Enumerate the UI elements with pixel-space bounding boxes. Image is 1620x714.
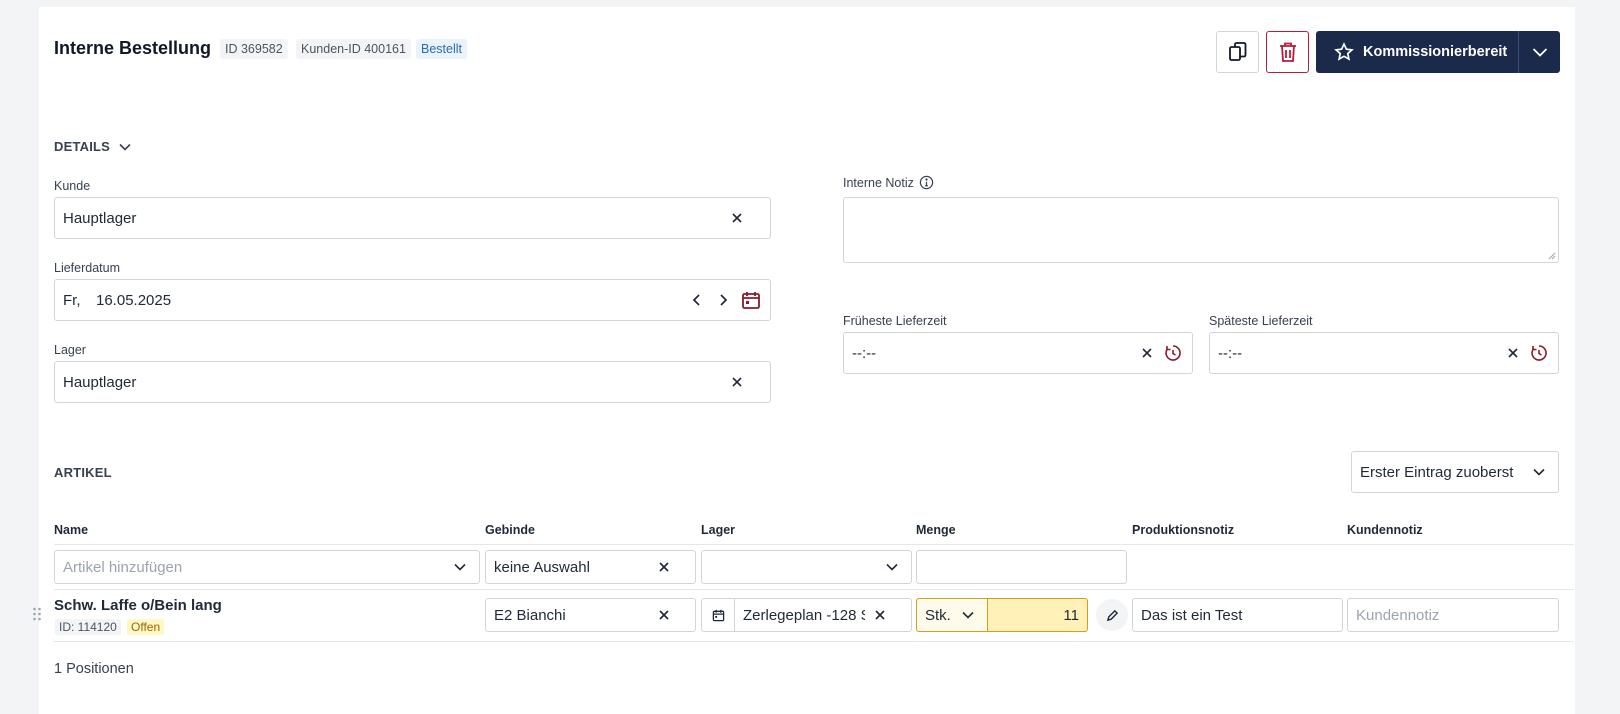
delete-button[interactable] xyxy=(1266,31,1309,73)
table-divider xyxy=(54,589,1574,590)
add-menge-input[interactable] xyxy=(916,550,1127,584)
spaeteste-value: --:-- xyxy=(1218,344,1243,362)
frueheste-value: --:-- xyxy=(852,344,877,362)
row-lager-select[interactable]: Zerlegeplan -128 Stk xyxy=(734,598,912,632)
row-lager-value: Zerlegeplan -128 Stk xyxy=(743,606,865,624)
chevron-down-icon xyxy=(881,556,903,578)
produktionsnotiz-input[interactable]: Das ist ein Test xyxy=(1132,598,1343,632)
clock-icon[interactable] xyxy=(1528,342,1550,364)
sort-select[interactable]: Erster Eintrag zuoberst xyxy=(1351,451,1559,493)
add-article-placeholder: Artikel hinzufügen xyxy=(63,558,183,576)
column-header-kundennotiz: Kundennotiz xyxy=(1347,523,1423,537)
row-gebinde-value: E2 Bianchi xyxy=(494,606,566,624)
spaeteste-label: Späteste Lieferzeit xyxy=(1209,314,1313,328)
status-badge: Bestellt xyxy=(416,39,467,59)
calendar-icon[interactable] xyxy=(740,289,762,311)
resize-handle-icon[interactable] xyxy=(1548,252,1556,260)
positions-count: 1 Positionen xyxy=(54,661,134,677)
row-gebinde-select[interactable]: E2 Bianchi xyxy=(485,598,696,632)
kunde-value: Hauptlager xyxy=(63,209,137,227)
kundennotiz-placeholder: Kundennotiz xyxy=(1356,606,1440,624)
clear-icon[interactable] xyxy=(869,604,891,626)
clear-icon[interactable] xyxy=(1136,342,1158,364)
kunde-select[interactable]: Hauptlager xyxy=(54,197,771,239)
lieferdatum-value: 16.05.2025 xyxy=(96,291,172,309)
column-header-lager: Lager xyxy=(701,523,736,537)
copy-icon xyxy=(1228,42,1246,61)
clear-icon[interactable] xyxy=(726,207,748,229)
details-section-label: DETAILS xyxy=(54,139,111,154)
chevron-right-icon[interactable] xyxy=(712,289,734,311)
lager-label: Lager xyxy=(54,343,86,357)
lager-value: Hauptlager xyxy=(63,373,137,391)
row-lager-calendar-button[interactable] xyxy=(701,598,735,632)
interne-notiz-label-text: Interne Notiz xyxy=(843,175,914,190)
article-id-badge: ID: 114120 xyxy=(55,619,121,635)
quantity-input[interactable]: 11 xyxy=(987,598,1088,632)
lieferdatum-label: Lieferdatum xyxy=(54,261,121,275)
commission-ready-split-button[interactable]: Kommissionierbereit xyxy=(1316,31,1560,73)
drag-handle-icon[interactable] xyxy=(32,606,42,627)
chevron-down-icon xyxy=(449,556,471,578)
table-divider xyxy=(54,641,1574,642)
clear-icon[interactable] xyxy=(726,371,748,393)
article-status-badge: Offen xyxy=(127,619,165,635)
frueheste-time-input[interactable]: --:-- xyxy=(843,332,1193,374)
weekday-text: Fr, xyxy=(63,291,81,309)
clear-icon[interactable] xyxy=(653,604,675,626)
info-icon xyxy=(919,175,934,190)
column-header-menge: Menge xyxy=(916,523,956,537)
pencil-icon xyxy=(1106,609,1118,621)
interne-notiz-textarea[interactable] xyxy=(843,197,1559,263)
customer-id-badge: Kunden-ID 400161 xyxy=(296,39,411,59)
chevron-left-icon[interactable] xyxy=(686,289,708,311)
chevron-down-icon xyxy=(1532,48,1547,57)
calendar-icon xyxy=(712,609,724,621)
column-header-produktionsnotiz: Produktionsnotiz xyxy=(1132,523,1235,537)
clear-icon[interactable] xyxy=(653,556,675,578)
lager-select[interactable]: Hauptlager xyxy=(54,361,771,403)
commission-ready-label: Kommissionierbereit xyxy=(1363,44,1508,60)
table-divider xyxy=(54,544,1574,545)
commission-ready-button[interactable]: Kommissionierbereit xyxy=(1316,31,1519,73)
produktionsnotiz-value: Das ist ein Test xyxy=(1141,606,1243,624)
kundennotiz-input[interactable]: Kundennotiz xyxy=(1347,598,1559,632)
sort-value: Erster Eintrag zuoberst xyxy=(1360,463,1514,481)
spaeteste-time-input[interactable]: --:-- xyxy=(1209,332,1559,374)
unit-value: Stk. xyxy=(925,606,951,624)
column-header-name: Name xyxy=(54,523,89,537)
quantity-value: 11 xyxy=(1063,606,1079,624)
column-header-gebinde: Gebinde xyxy=(485,523,536,537)
copy-button[interactable] xyxy=(1216,31,1259,73)
kunde-label: Kunde xyxy=(54,179,91,193)
unit-select[interactable]: Stk. xyxy=(916,598,988,632)
trash-icon xyxy=(1279,42,1296,62)
lieferdatum-field[interactable]: Fr, 16.05.2025 xyxy=(54,279,771,321)
frueheste-label: Früheste Lieferzeit xyxy=(843,314,947,328)
article-name[interactable]: Schw. Laffe o/Bein lang xyxy=(54,597,222,614)
add-article-select[interactable]: Artikel hinzufügen xyxy=(54,550,480,584)
gebinde-select[interactable]: keine Auswahl xyxy=(485,550,696,584)
edit-button[interactable] xyxy=(1096,599,1128,631)
order-id-badge: ID 369582 xyxy=(220,39,288,59)
clock-icon[interactable] xyxy=(1162,342,1184,364)
chevron-down-icon xyxy=(119,143,131,151)
clear-icon[interactable] xyxy=(1502,342,1524,364)
page-title: Interne Bestellung xyxy=(54,38,212,58)
interne-notiz-label: Interne Notiz xyxy=(843,175,934,190)
gebinde-value: keine Auswahl xyxy=(494,558,590,576)
star-icon xyxy=(1334,42,1354,61)
add-lager-select[interactable] xyxy=(701,550,912,584)
details-toggle[interactable]: DETAILS xyxy=(54,139,132,154)
chevron-down-icon xyxy=(957,604,979,626)
chevron-down-icon xyxy=(1528,461,1550,483)
commission-ready-dropdown[interactable] xyxy=(1519,31,1560,73)
artikel-section-label: ARTIKEL xyxy=(54,465,112,480)
